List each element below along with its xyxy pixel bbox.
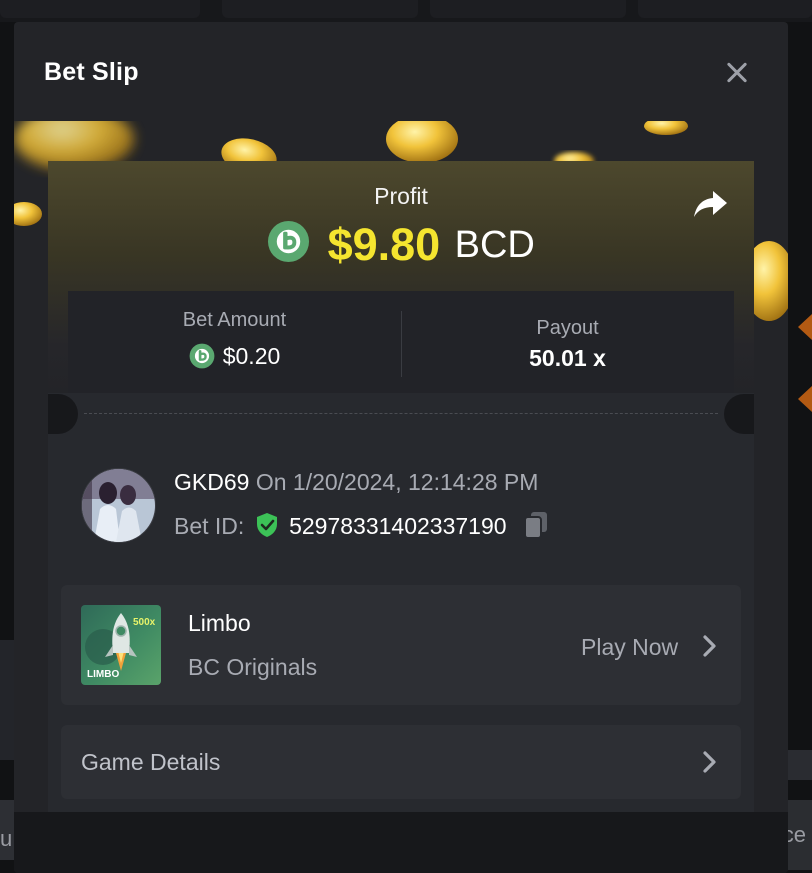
background-left-text: u	[0, 826, 13, 851]
profit-header: Profit $9.80 BCD Bet Amount $0.20 Payout…	[48, 161, 754, 393]
bet-date: On 1/20/2024, 12:14:28 PM	[255, 469, 539, 495]
background-right-strip	[788, 750, 812, 780]
profit-row: $9.80 BCD	[48, 219, 754, 271]
background-left-strip	[0, 640, 14, 760]
game-name: Limbo	[188, 610, 251, 636]
modal-footer	[14, 812, 788, 873]
payout-stat: Payout 50.01 x	[401, 291, 734, 393]
game-card[interactable]: 500x LIMBO Limbo BC Originals Play Now	[61, 585, 741, 705]
bc-coin-icon	[268, 220, 310, 262]
ticket-perforation	[84, 413, 718, 414]
play-now-button[interactable]: Play Now	[581, 634, 678, 661]
game-provider: BC Originals	[188, 654, 318, 680]
copy-icon[interactable]	[523, 511, 549, 539]
game-details-row[interactable]: Game Details	[61, 725, 741, 799]
thumb-label: LIMBO	[87, 669, 119, 680]
shield-check-icon	[256, 512, 277, 537]
close-button[interactable]	[720, 56, 754, 90]
chevron-right-icon	[703, 635, 716, 657]
ticket-notch-left	[48, 394, 78, 434]
payout-label: Payout	[536, 317, 599, 339]
username[interactable]: GKD69	[174, 469, 249, 495]
share-icon[interactable]	[693, 189, 729, 219]
profit-currency: BCD	[454, 223, 535, 266]
bet-user-line: GKD69 On 1/20/2024, 12:14:28 PM	[174, 469, 538, 496]
background-top-bar	[0, 0, 812, 22]
bet-amount-label: Bet Amount	[182, 309, 287, 331]
avatar-image	[82, 469, 155, 542]
bet-stats: Bet Amount $0.20 Payout 50.01 x	[68, 291, 734, 393]
profit-amount: $9.80	[327, 219, 441, 270]
background-arrow-icon	[798, 314, 812, 340]
bet-ticket: Profit $9.80 BCD Bet Amount $0.20 Payout…	[48, 161, 754, 873]
bet-id-label: Bet ID:	[174, 513, 245, 539]
bet-slip-modal: Bet Slip Profit $9.80 BCD Bet Amount $0.…	[14, 22, 788, 873]
payout-value: 50.01 x	[529, 345, 606, 371]
bet-amount-stat: Bet Amount $0.20	[68, 291, 401, 393]
modal-title: Bet Slip	[44, 58, 139, 86]
thumb-badge: 500x	[133, 617, 156, 628]
game-details-label: Game Details	[81, 749, 221, 775]
background-arrow-icon	[798, 386, 812, 412]
profit-label: Profit	[374, 183, 428, 209]
bet-id-value: 52978331402337190	[289, 513, 507, 539]
rocket-icon: 500x LIMBO	[85, 613, 156, 680]
game-thumbnail: 500x LIMBO	[81, 605, 161, 685]
bet-amount-value: $0.20	[222, 343, 281, 369]
chevron-right-icon	[703, 751, 716, 773]
avatar[interactable]	[81, 468, 156, 543]
bc-coin-icon	[189, 343, 215, 369]
bet-amount-value-row: $0.20	[68, 343, 401, 371]
ticket-notch-right	[724, 394, 754, 434]
bet-id-row: Bet ID: 52978331402337190	[174, 511, 549, 542]
